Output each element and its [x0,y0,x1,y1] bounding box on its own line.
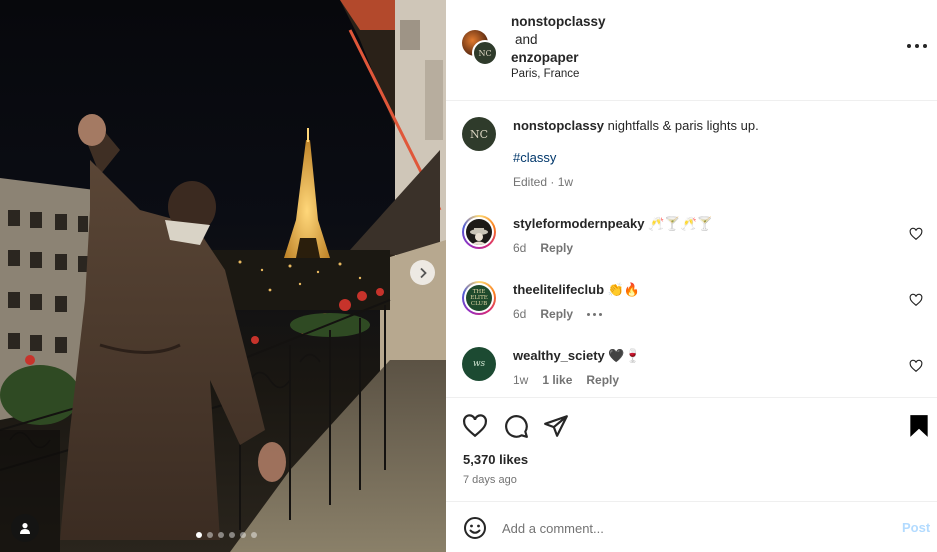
reply-button[interactable]: Reply [540,239,573,257]
comment-username[interactable]: theelitelifeclub [513,282,604,297]
comment-likes[interactable]: 1 like [542,371,572,389]
more-icon [907,44,911,48]
share-icon[interactable] [543,413,569,439]
caption-meta: Edited · 1w [513,175,574,189]
avatar-logo: THE ELITE CLUB [466,285,492,311]
hashtag-link[interactable]: #classy [513,149,903,167]
carousel-dot [240,532,246,538]
author-username[interactable]: nonstopclassy [511,14,606,29]
more-icon-dot [923,44,927,48]
paris-night-scene [0,0,446,552]
collab-authors: nonstopclassy and enzopaper [511,13,606,67]
tagged-users-button[interactable] [11,514,39,542]
caption-username[interactable]: nonstopclassy [513,118,604,133]
comment-username[interactable]: styleformodernpeaky [513,216,645,231]
avatar[interactable]: NC [462,117,496,151]
next-photo-button[interactable] [410,260,435,285]
post-header: NC nonstopclassy and enzopaper Paris, Fr… [446,0,937,101]
comment-input[interactable] [502,516,882,540]
more-options-button[interactable] [907,38,927,54]
add-comment-bar: Post [446,501,937,552]
author-username[interactable]: enzopaper [511,50,579,65]
comment-username[interactable]: wealthy_sciety [513,348,605,363]
like-icon[interactable] [462,413,488,439]
post-actions: 5,370 likes 7 days ago [446,397,937,501]
chevron-right-icon [419,267,427,278]
collab-avatars[interactable]: NC [462,30,498,66]
comments-list[interactable]: NC nonstopclassy nightfalls & paris ligh… [446,101,937,397]
user-tag-icon [20,523,30,534]
carousel-dot [207,532,213,538]
avatar[interactable]: ws [462,347,496,381]
emoji-icon[interactable] [463,516,487,540]
like-comment-icon[interactable] [909,293,923,307]
comment-text: 🖤🍷 [608,348,641,363]
caption-text: nightfalls & paris lights up. [607,118,759,133]
hat-avatar-icon [466,219,492,245]
reply-button[interactable]: Reply [540,305,573,323]
carousel-dot [196,532,202,538]
post-comment-button[interactable]: Post [902,520,930,535]
comment-more-icon[interactable] [587,312,603,316]
comment-age: 6d [513,307,527,321]
carousel-dot [229,532,235,538]
comment-age: 1w [513,373,529,387]
post-photo [0,0,446,552]
reply-button[interactable]: Reply [586,371,619,389]
avatar: NC [472,40,498,66]
post-details-panel: NC nonstopclassy and enzopaper Paris, Fr… [446,0,937,552]
comment-age: 6d [513,241,527,255]
post-timestamp[interactable]: 7 days ago [463,474,517,486]
save-icon[interactable] [906,413,932,439]
more-icon-dot [915,44,919,48]
avatar[interactable]: THE ELITE CLUB [462,281,496,315]
post-location[interactable]: Paris, France [511,68,579,80]
comment-text: 🥂🍸🥂🍸 [648,216,713,231]
comment-text: 👏🔥 [607,282,641,297]
avatar[interactable] [462,215,496,249]
like-comment-icon[interactable] [909,359,923,373]
author-joiner: and [515,32,538,47]
carousel-dot [251,532,257,538]
carousel-dot [218,532,224,538]
like-comment-icon[interactable] [909,227,923,241]
comment-icon[interactable] [503,413,529,439]
likes-count[interactable]: 5,370 likes [463,452,528,467]
carousel-indicator [196,532,257,538]
